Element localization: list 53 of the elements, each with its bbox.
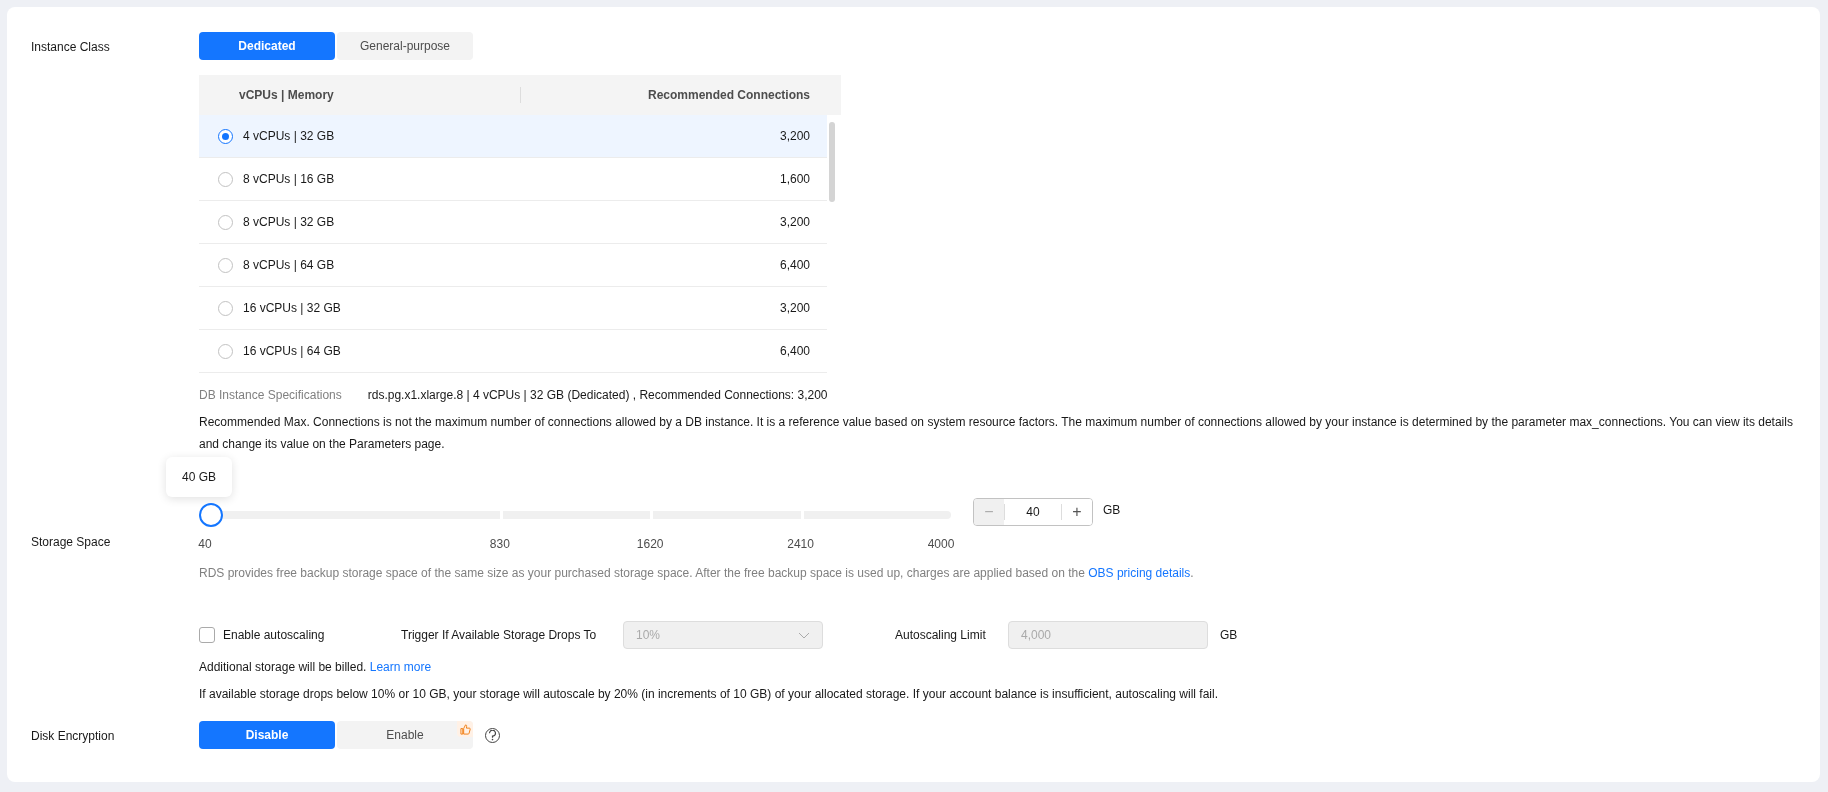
table-cell-text: 6,400: [779, 258, 811, 272]
hint-text: RDS provides free backup storage space of the same size as your purchased storage space. After the free backup space is used up, charges are applied based on the OBS pricing details.: [199, 565, 1195, 582]
table-cell-text: 1,600: [779, 172, 811, 186]
segment-tab[interactable]: Disable: [199, 721, 335, 749]
unit-label: GB: [1103, 503, 1121, 519]
table-row[interactable]: 4 vCPUs | 32 GB 3,200: [199, 115, 827, 158]
table-cell: 8 vCPUs | 16 GB: [243, 172, 335, 186]
checkbox[interactable]: [199, 627, 215, 643]
radio-button[interactable]: [218, 343, 233, 359]
field-label: Instance Class: [31, 39, 111, 56]
spec-value: rds.pg.x1.xlarge.8 | 4 vCPUs | 32 GB (Dedicated) , Recommended Connections: 3,200: [367, 387, 828, 404]
value-tooltip: 40 GB: [166, 457, 232, 497]
table-cell: 16 vCPUs | 32 GB: [243, 301, 341, 315]
column-header: Recommended Connections: [646, 88, 811, 102]
radio-button[interactable]: [218, 300, 233, 316]
table-cell-text: 3,200: [779, 215, 811, 229]
table-cell: 4 vCPUs | 32 GB: [243, 129, 335, 143]
scrollbar-thumb[interactable]: [829, 122, 835, 202]
column-header: vCPUs | Memory: [238, 88, 335, 102]
radio-button[interactable]: [218, 214, 233, 230]
tick-label: 2410: [787, 537, 814, 551]
tick-label: 4000: [927, 537, 955, 551]
radio-button[interactable]: [218, 171, 233, 187]
field-label: Trigger If Available Storage Drops To: [401, 628, 598, 642]
table-cell: 8 vCPUs | 64 GB: [243, 258, 335, 272]
table-cell-text: 6,400: [779, 344, 811, 358]
field-label: Autoscaling Limit: [895, 628, 987, 642]
checkbox-label: Enable autoscaling: [223, 628, 326, 642]
tick-label: 830: [489, 537, 510, 551]
number-stepper[interactable]: − 40 +: [973, 498, 1093, 526]
billing-text: Additional storage will be billed. Learn more: [199, 659, 433, 676]
field-label: Storage Space: [31, 534, 112, 551]
info-text: If available storage drops below 10% or 10 GB, your storage will autoscale by 20% (in increments of 10 GB) of your allocated storage. If your account balance is insufficient, autoscaling will fail.: [199, 686, 1219, 703]
note-text: Recommended Max. Connections is not the maximum number of connections allowed by a DB instance. It is a reference value based on system resource factors. The maximum number of connections allowed by your instance is determined by the parameter max_connections. You can view its details and change its value on the Parameters page.: [199, 414, 1794, 453]
table-cell: 8 vCPUs | 32 GB: [243, 215, 335, 229]
tick-label: 1620: [636, 537, 664, 551]
table-cell: 16 vCPUs | 64 GB: [243, 344, 341, 358]
segment-tab[interactable]: General-purpose: [337, 32, 473, 60]
number-input[interactable]: 40: [1004, 504, 1062, 520]
table-cell-text: 3,200: [779, 301, 811, 315]
field-label: Disk Encryption: [31, 728, 116, 745]
tick-label: 40: [198, 537, 212, 551]
slider-track[interactable]: [199, 503, 951, 527]
chevron-down-icon: [798, 631, 810, 639]
learn-more-link[interactable]: Learn more: [369, 660, 432, 674]
slider-thumb[interactable]: [199, 503, 223, 527]
segment-tab[interactable]: Dedicated: [199, 32, 335, 60]
radio-button[interactable]: [218, 128, 233, 144]
spec-label: DB Instance Specifications: [199, 387, 342, 404]
unit-label: GB: [1220, 628, 1238, 642]
table-cell-text: 3,200: [779, 129, 811, 143]
segment-tab[interactable]: Enable: [337, 721, 473, 749]
radio-button[interactable]: [218, 257, 233, 273]
